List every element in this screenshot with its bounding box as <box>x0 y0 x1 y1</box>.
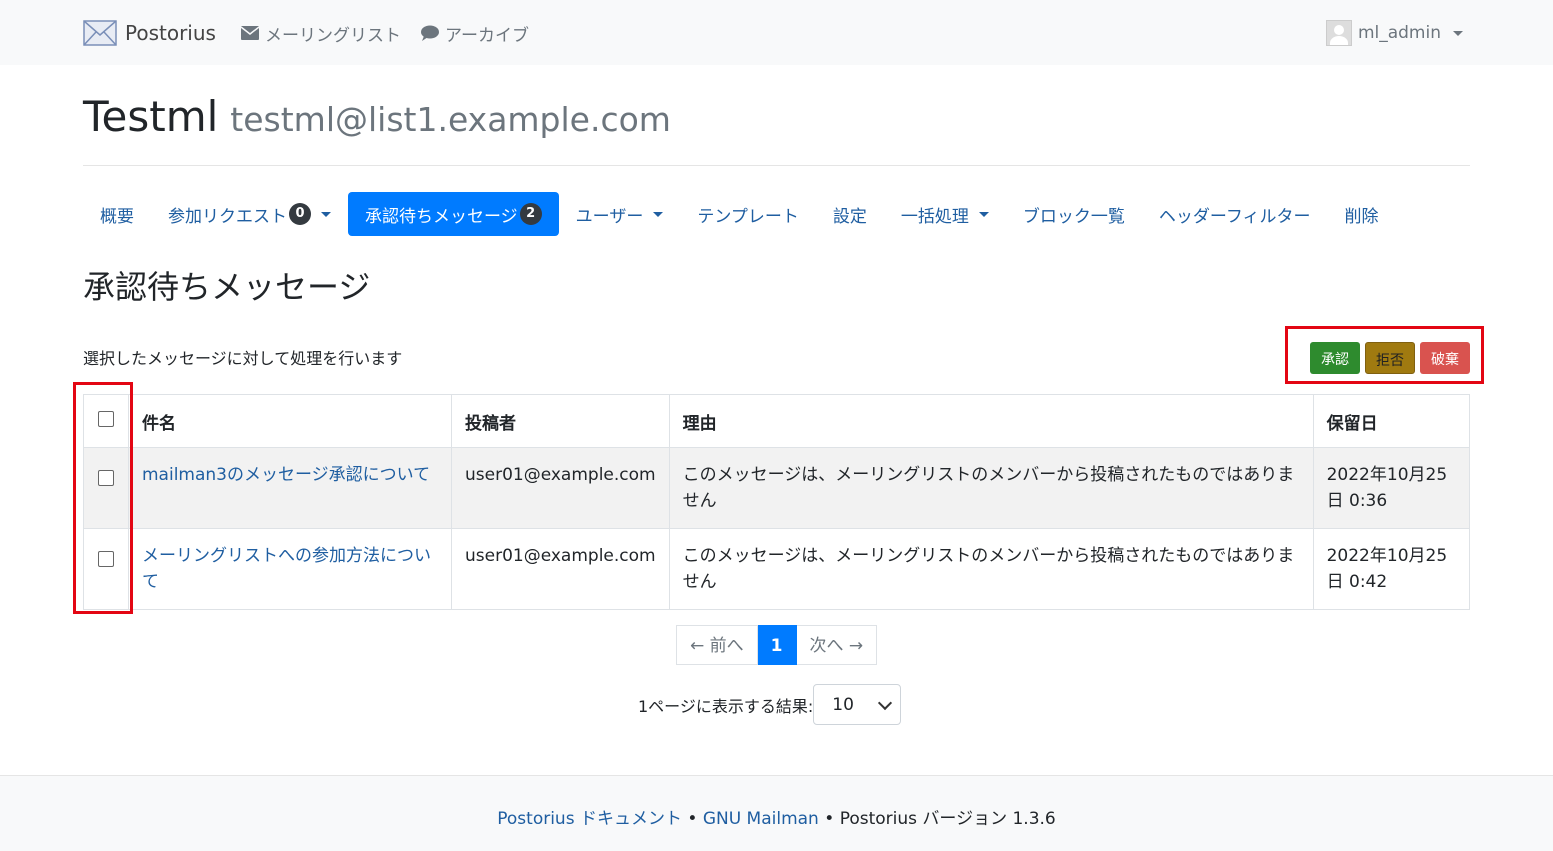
tab-label: ブロック一覧 <box>1022 206 1125 227</box>
nav-mailing-lists-label: メーリングリスト <box>265 25 401 46</box>
count-badge: 0 <box>289 203 311 225</box>
tab-label: ヘッダーフィルター <box>1158 206 1311 227</box>
select-all-checkbox[interactable] <box>98 410 114 427</box>
tab-mass-operations[interactable]: 一括処理 <box>884 192 1006 236</box>
tab-label: 削除 <box>1344 206 1379 227</box>
discard-button[interactable]: 破棄 <box>1420 342 1470 374</box>
table-header-row: 件名 投稿者 理由 保留日 <box>83 394 1471 448</box>
tab-subscription-requests[interactable]: 参加リクエスト 0 <box>151 192 348 236</box>
nav-mailing-lists[interactable]: メーリングリスト <box>241 20 401 46</box>
pagination: ← 前へ 1 次へ → <box>676 625 878 665</box>
per-page-control: 1ページに表示する結果: 10 <box>638 684 902 725</box>
tab-delete[interactable]: 削除 <box>1327 192 1395 236</box>
list-name: Testml <box>83 92 219 141</box>
table-row: mailman3のメッセージ承認について user01@example.com … <box>83 447 1471 529</box>
date-cell: 2022年10月25日 0:36 <box>1312 447 1471 529</box>
brand-name: Postorius <box>125 21 216 45</box>
caret-down-icon <box>978 211 989 217</box>
top-navbar: Postorius メーリングリスト アーカイブ ml_admin <box>0 0 1553 65</box>
user-name: ml_admin <box>1357 23 1441 43</box>
header-date: 保留日 <box>1312 394 1471 448</box>
envelope-logo-icon <box>83 20 117 46</box>
caret-down-icon <box>321 211 331 217</box>
nav-archives[interactable]: アーカイブ <box>421 20 529 46</box>
list-address: testml@list1.example.com <box>230 100 671 139</box>
subject-link[interactable]: mailman3のメッセージ承認について <box>142 465 430 485</box>
avatar <box>1325 20 1352 46</box>
date-cell: 2022年10月25日 0:42 <box>1312 528 1471 610</box>
chevron-down-icon <box>878 695 893 710</box>
brand-link[interactable]: Postorius <box>83 17 216 49</box>
footer: Postorius ドキュメント • GNU Mailman • Postori… <box>0 775 1553 851</box>
per-page-value: 10 <box>832 694 854 715</box>
tab-label: 概要 <box>100 206 134 227</box>
tab-label: 承認待ちメッセージ <box>365 206 518 227</box>
page-title: 承認待ちメッセージ <box>83 268 371 306</box>
tab-summary[interactable]: 概要 <box>83 192 151 236</box>
tab-header-filters[interactable]: ヘッダーフィルター <box>1142 192 1328 236</box>
page-description: 選択したメッセージに対して処理を行います <box>83 349 403 368</box>
current-page[interactable]: 1 <box>757 625 797 665</box>
divider <box>83 165 1470 166</box>
nav-archives-label: アーカイブ <box>445 25 529 46</box>
docs-link[interactable]: Postorius ドキュメント <box>497 809 682 829</box>
footer-separator: • <box>818 809 840 829</box>
row-checkbox[interactable] <box>98 551 114 567</box>
header-subject: 件名 <box>128 394 452 448</box>
reason-cell: このメッセージは、メーリングリストのメンバーから投稿されたものではありません <box>668 447 1314 529</box>
held-messages-table: 件名 投稿者 理由 保留日 mailman3のメッセージ承認について user0… <box>83 394 1471 610</box>
tab-label: 参加リクエスト <box>168 206 287 227</box>
subject-cell: メーリングリストへの参加方法について <box>128 528 452 610</box>
count-badge: 2 <box>519 203 542 225</box>
caret-down-icon <box>1453 30 1463 36</box>
approve-button[interactable]: 承認 <box>1310 342 1360 374</box>
tab-label: ユーザー <box>575 206 644 227</box>
footer-separator: • <box>681 809 703 829</box>
row-checkbox[interactable] <box>98 470 114 486</box>
tab-users[interactable]: ユーザー <box>559 192 681 236</box>
tab-label: 設定 <box>832 206 867 227</box>
caret-down-icon <box>653 211 664 217</box>
subject-cell: mailman3のメッセージ承認について <box>128 447 452 529</box>
list-tabs: 概要 参加リクエスト 0 承認待ちメッセージ 2 ユーザー テンプレート 設定 一括… <box>83 192 1395 236</box>
reason-cell: このメッセージは、メーリングリストのメンバーから投稿されたものではありません <box>668 528 1314 610</box>
row-check-cell <box>83 528 129 610</box>
per-page-label: 1ページに表示する結果: <box>638 696 814 716</box>
table-row: メーリングリストへの参加方法について user01@example.com この… <box>83 528 1471 610</box>
reject-button[interactable]: 拒否 <box>1365 342 1415 374</box>
mailman-link[interactable]: GNU Mailman <box>703 809 819 829</box>
user-menu[interactable]: ml_admin <box>1325 20 1463 46</box>
per-page-select[interactable]: 10 <box>813 684 902 725</box>
next-page-button[interactable]: 次へ → <box>796 625 878 665</box>
tab-label: テンプレート <box>697 206 799 227</box>
header-reason: 理由 <box>668 394 1314 448</box>
select-all-cell <box>83 394 129 448</box>
subject-link[interactable]: メーリングリストへの参加方法について <box>142 546 431 592</box>
tab-ban-list[interactable]: ブロック一覧 <box>1006 192 1142 236</box>
list-header: Testml testml@list1.example.com <box>83 92 671 141</box>
tab-label: 一括処理 <box>900 206 969 227</box>
tab-held-messages[interactable]: 承認待ちメッセージ 2 <box>348 192 559 236</box>
header-sender: 投稿者 <box>451 394 670 448</box>
envelope-icon <box>241 26 259 40</box>
prev-page-button[interactable]: ← 前へ <box>676 625 758 665</box>
sender-cell: user01@example.com <box>451 447 670 529</box>
row-check-cell <box>83 447 129 529</box>
speech-bubble-icon <box>421 25 439 41</box>
footer-text: Postorius ドキュメント • GNU Mailman • Postori… <box>0 804 1553 829</box>
sender-cell: user01@example.com <box>451 528 670 610</box>
version-text: Postorius バージョン 1.3.6 <box>839 809 1056 829</box>
tab-settings[interactable]: 設定 <box>816 192 884 236</box>
tab-templates[interactable]: テンプレート <box>680 192 816 236</box>
